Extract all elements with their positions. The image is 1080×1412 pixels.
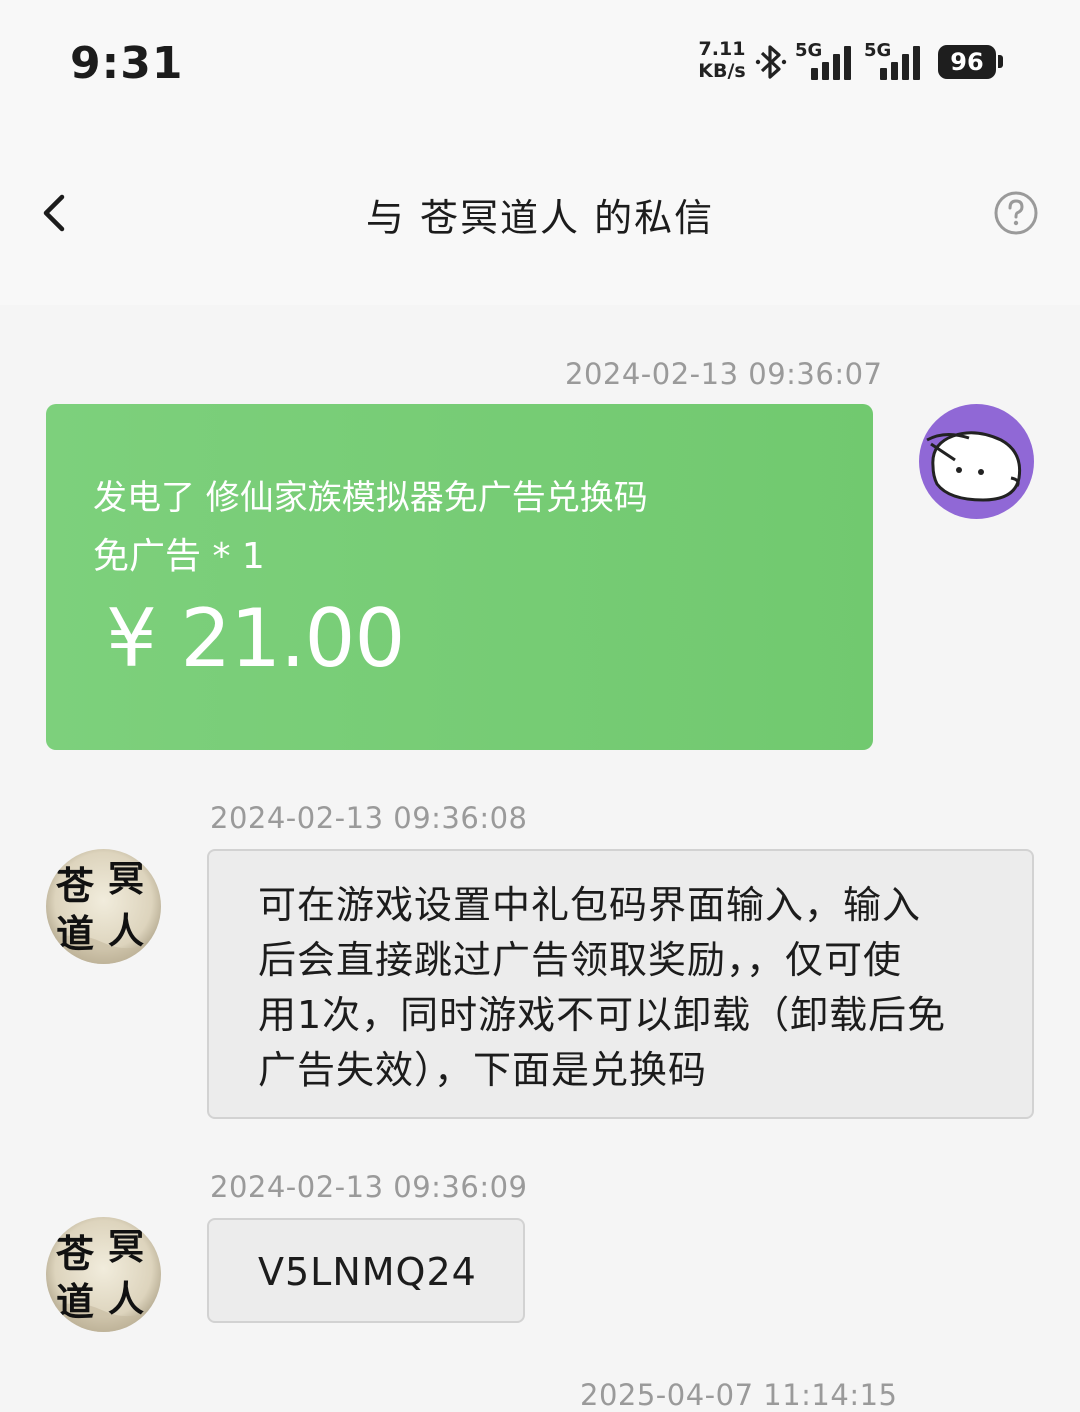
bluetooth-icon	[755, 45, 787, 79]
battery-tip	[998, 55, 1003, 68]
order-quantity: 免广告 * 1	[93, 536, 265, 577]
redeem-code: V5LNMQ24	[258, 1250, 477, 1294]
network-speed-unit: KB/s	[698, 60, 746, 82]
calligraphy-seal-avatar: 苍 冥 道 人	[46, 1217, 161, 1332]
sim2-label: 5G	[864, 40, 892, 61]
message-timestamp: 2024-02-13 09:36:08	[210, 801, 528, 835]
signal-icon: 5G	[795, 40, 857, 82]
chevron-left-icon[interactable]	[30, 185, 80, 241]
message-line: 后会直接跳过广告领取奖励，，仅可使	[258, 938, 903, 982]
network-speed: 7.11 KB/s	[697, 38, 747, 82]
sim1-label: 5G	[795, 40, 823, 61]
nav-header: 与 苍冥道人 的私信	[0, 125, 1080, 305]
seal-char: 人	[108, 910, 144, 952]
status-bar: 9:31 7.11 KB/s 5G 5G 96	[0, 0, 1080, 125]
seal-char: 人	[108, 1278, 144, 1320]
message-bubble[interactable]: V5LNMQ24	[207, 1218, 525, 1323]
message-timestamp: 2025-04-07 11:14:15	[580, 1378, 898, 1412]
avatar[interactable]: 苍 冥 道 人	[46, 849, 161, 964]
question-circle-icon[interactable]	[992, 189, 1040, 237]
seal-char: 冥	[108, 1226, 144, 1268]
seal-char: 道	[56, 1279, 94, 1324]
avatar[interactable]	[919, 404, 1034, 519]
clock: 9:31	[70, 38, 184, 89]
signal-icon: 5G	[864, 40, 926, 82]
message-line: 可在游戏设置中礼包码界面输入，输入	[258, 883, 922, 927]
order-title: 发电了 修仙家族模拟器免广告兑换码	[93, 478, 648, 518]
message-bubble[interactable]: 可在游戏设置中礼包码界面输入，输入 后会直接跳过广告领取奖励，，仅可使 用1次，…	[207, 849, 1034, 1119]
seal-char: 道	[56, 911, 94, 956]
seal-char: 苍	[56, 863, 95, 908]
battery-icon: 96	[938, 45, 996, 79]
page-title: 与 苍冥道人 的私信	[365, 196, 715, 240]
message-timestamp: 2024-02-13 09:36:09	[210, 1170, 528, 1204]
network-speed-value: 7.11	[698, 38, 746, 60]
cartoon-avatar-icon	[926, 431, 1022, 502]
order-card[interactable]: 发电了 修仙家族模拟器免广告兑换码 免广告 * 1 ¥ 21.00	[46, 404, 873, 750]
seal-char: 冥	[108, 858, 144, 900]
message-line: 用1次，同时游戏不可以卸载（卸载后免	[258, 993, 947, 1037]
calligraphy-seal-avatar: 苍 冥 道 人	[46, 849, 161, 964]
order-price: ¥ 21.00	[106, 592, 405, 685]
message-line: 广告失效），下面是兑换码	[258, 1048, 708, 1092]
seal-char: 苍	[56, 1231, 95, 1276]
message-timestamp: 2024-02-13 09:36:07	[565, 357, 883, 391]
avatar[interactable]: 苍 冥 道 人	[46, 1217, 161, 1332]
